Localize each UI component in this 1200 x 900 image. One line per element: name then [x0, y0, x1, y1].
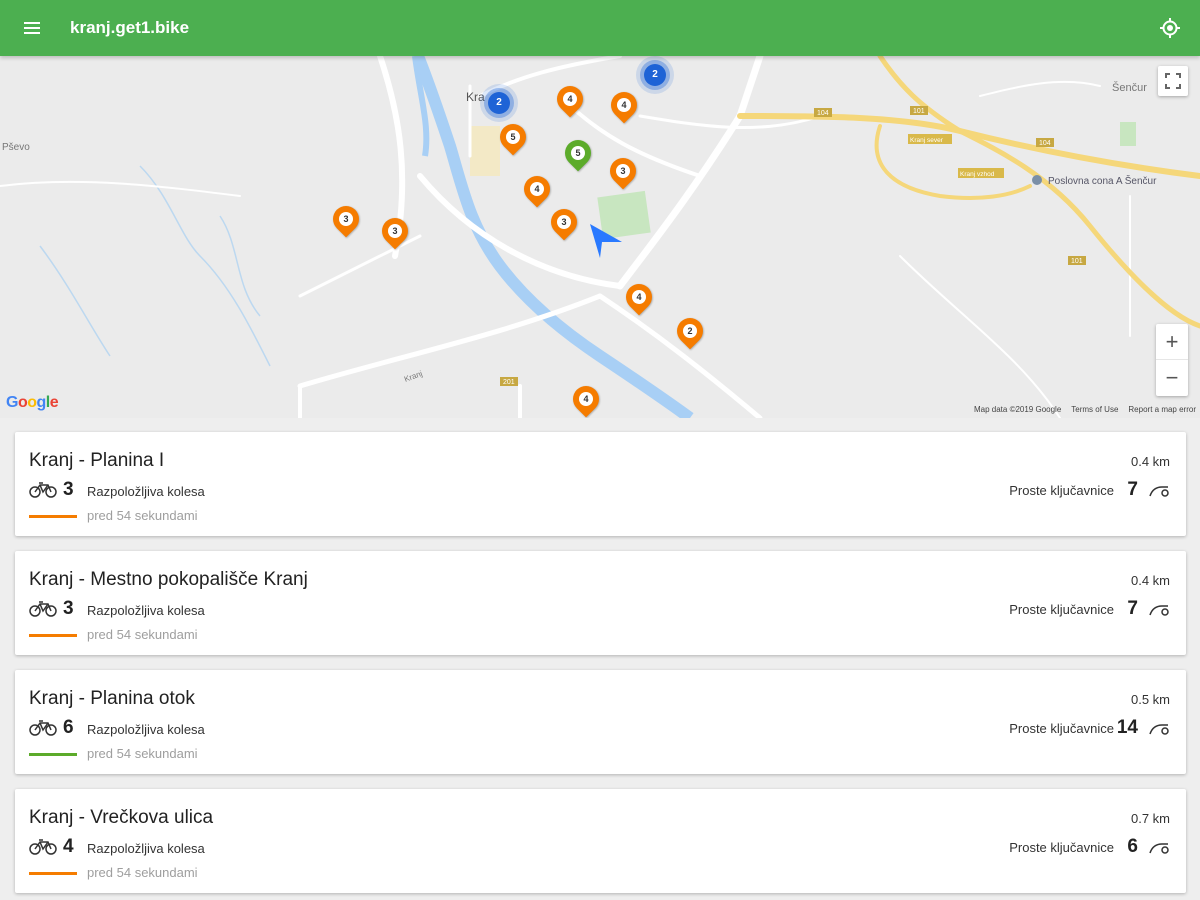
station-marker[interactable]: 4	[551, 80, 589, 122]
station-marker[interactable]: 4	[605, 86, 643, 128]
fullscreen-icon	[1165, 73, 1181, 89]
app-title: kranj.get1.bike	[70, 18, 190, 37]
updated-time: pred 54 sekundami	[87, 508, 198, 523]
updated-time: pred 54 sekundami	[87, 627, 198, 642]
zoom-controls: + −	[1156, 324, 1188, 396]
updated-time: pred 54 sekundami	[87, 746, 198, 761]
zoom-out-button[interactable]: −	[1156, 360, 1188, 396]
available-bikes-label: Razpoložljiva kolesa	[87, 603, 205, 618]
station-name: Kranj - Mestno pokopališče Kranj	[29, 569, 308, 590]
map-label-poslovna: Poslovna cona A Šenčur	[1048, 176, 1157, 187]
terms-link[interactable]: Terms of Use	[1071, 405, 1118, 414]
updated-time: pred 54 sekundami	[87, 865, 198, 880]
menu-icon	[24, 22, 40, 34]
free-locks-label: Proste ključavnice	[1009, 483, 1114, 498]
available-bikes-count: 3	[63, 479, 74, 500]
station-marker[interactable]: 3	[376, 212, 414, 254]
fullscreen-button[interactable]	[1158, 66, 1188, 96]
available-bikes-label: Razpoložljiva kolesa	[87, 841, 205, 856]
exit-label: Kranj vzhod	[960, 171, 995, 178]
exit-label: Kranj sever	[910, 137, 944, 144]
my-location-icon[interactable]	[1158, 16, 1182, 40]
road-badge: 101	[1071, 258, 1083, 265]
station-name: Kranj - Planina I	[29, 450, 165, 471]
free-locks-count: 7	[1127, 598, 1138, 619]
bike-icon	[29, 720, 57, 736]
free-locks-count: 7	[1127, 479, 1138, 500]
zoom-in-button[interactable]: +	[1156, 324, 1188, 360]
station-card[interactable]: Kranj - Planina I 3 Razpoložljiva kolesa…	[15, 432, 1186, 536]
available-bikes-label: Razpoložljiva kolesa	[87, 484, 205, 499]
status-bar	[29, 753, 77, 756]
station-marker[interactable]: 5	[559, 134, 597, 176]
current-location-arrow-icon	[590, 224, 622, 258]
road-badge: 104	[1039, 140, 1051, 147]
station-marker[interactable]: 5	[494, 118, 532, 160]
status-bar	[29, 634, 77, 637]
available-bikes-count: 6	[63, 717, 74, 738]
menu-button[interactable]	[0, 0, 64, 56]
free-locks-count: 6	[1127, 836, 1138, 857]
station-distance: 0.7 km	[1130, 811, 1170, 826]
station-name: Kranj - Planina otok	[29, 688, 195, 709]
station-marker[interactable]: 4	[620, 278, 658, 320]
station-distance: 0.5 km	[1130, 692, 1170, 707]
map-data-label: Map data ©2019 Google	[973, 405, 1062, 414]
status-bar	[29, 872, 77, 875]
map-label-psevo: Pševo	[2, 142, 30, 153]
station-distance: 0.4 km	[1130, 454, 1170, 469]
bike-icon	[29, 839, 57, 855]
road-badge: 104	[817, 110, 829, 117]
bike-icon	[29, 601, 57, 617]
station-name: Kranj - Vrečkova ulica	[29, 807, 214, 828]
lock-icon	[1149, 724, 1169, 735]
lock-icon	[1149, 605, 1169, 616]
lock-icon	[1149, 486, 1169, 497]
status-bar	[29, 515, 77, 518]
station-marker[interactable]: 4	[567, 380, 605, 418]
free-locks-label: Proste ključavnice	[1009, 721, 1114, 736]
station-marker[interactable]: 3	[545, 203, 583, 245]
map-view[interactable]: 104 101 104 101 201 Kranj sever Kranj vz…	[0, 56, 1200, 418]
station-card[interactable]: Kranj - Mestno pokopališče Kranj 3 Razpo…	[15, 551, 1186, 655]
station-distance: 0.4 km	[1130, 573, 1170, 588]
map-attribution: Map data ©2019 Google Terms of Use Repor…	[974, 405, 1196, 414]
road-badge: 201	[503, 379, 515, 386]
free-locks-count: 14	[1116, 717, 1138, 738]
report-error-link[interactable]: Report a map error	[1128, 405, 1196, 414]
app-bar: kranj.get1.bike	[0, 0, 1200, 56]
station-marker[interactable]: 2	[671, 312, 709, 354]
road-badge: 101	[913, 108, 925, 115]
available-bikes-count: 3	[63, 598, 74, 619]
station-card[interactable]: Kranj - Planina otok 6 Razpoložljiva kol…	[15, 670, 1186, 774]
station-marker[interactable]: 3	[604, 152, 642, 194]
marker-cluster[interactable]: 2	[488, 92, 510, 114]
bike-icon	[29, 482, 57, 498]
map-label-kranj: Kra	[466, 90, 485, 104]
lock-icon	[1149, 843, 1169, 854]
available-bikes-count: 4	[63, 836, 74, 857]
station-card[interactable]: Kranj - Vrečkova ulica 4 Razpoložljiva k…	[15, 789, 1186, 893]
free-locks-label: Proste ključavnice	[1009, 840, 1114, 855]
station-list: Kranj - Planina I 3 Razpoložljiva kolesa…	[0, 418, 1200, 900]
station-marker[interactable]: 4	[518, 170, 556, 212]
marker-cluster[interactable]: 2	[644, 64, 666, 86]
place-pin-icon	[1032, 175, 1042, 185]
free-locks-label: Proste ključavnice	[1009, 602, 1114, 617]
station-marker[interactable]: 3	[327, 200, 365, 242]
available-bikes-label: Razpoložljiva kolesa	[87, 722, 205, 737]
map-label-sencur: Šenčur	[1112, 82, 1147, 94]
google-logo: Google	[6, 394, 59, 411]
